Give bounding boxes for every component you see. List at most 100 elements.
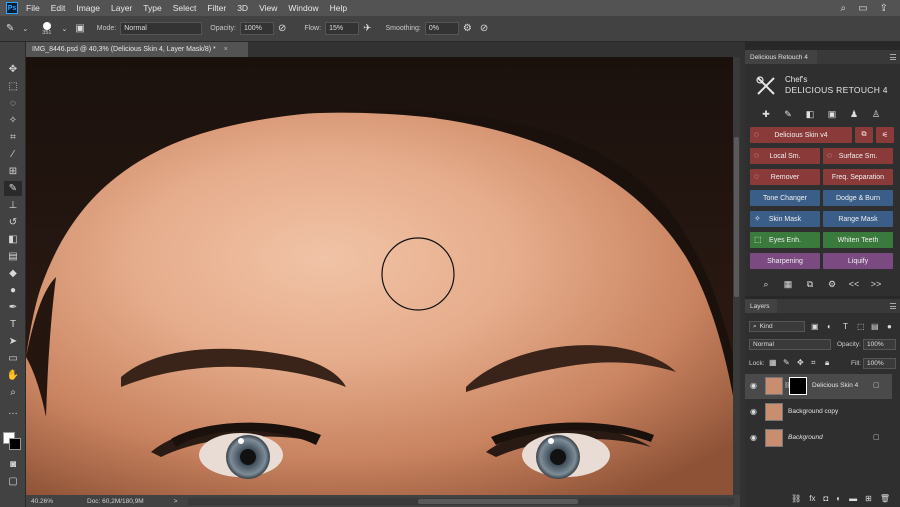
background-color-swatch[interactable] (9, 438, 21, 450)
blur-tool-icon[interactable]: ◆ (4, 266, 22, 281)
menu-window[interactable]: Window (288, 3, 318, 13)
fill-field[interactable]: 100% (863, 358, 896, 369)
healing-tool-icon[interactable]: ⊞ (4, 164, 22, 179)
menu-file[interactable]: File (26, 3, 40, 13)
crop-tool-icon[interactable]: ⌗ (4, 130, 22, 145)
eraser-tool-icon[interactable]: ◧ (4, 232, 22, 247)
panel-menu-icon[interactable] (890, 54, 896, 60)
menu-layer[interactable]: Layer (111, 3, 132, 13)
layer-row[interactable]: ◉ Background copy (745, 400, 892, 425)
search-icon[interactable]: ⌕ (760, 278, 772, 290)
close-icon[interactable]: × (224, 46, 228, 53)
film-icon[interactable]: ▦ (782, 278, 794, 290)
nav-next-icon[interactable]: >> (870, 278, 882, 290)
flow-field[interactable]: 15% (325, 22, 360, 35)
surface-smoothing-button[interactable]: ◌ Surface Sm. (823, 148, 893, 164)
lock-transparent-icon[interactable]: ▦ (769, 358, 777, 367)
dodge-tool-icon[interactable]: ● (4, 283, 22, 298)
blend-mode-select[interactable]: Normal (749, 339, 831, 350)
adjustment-layer-icon[interactable]: ◐ (836, 494, 841, 503)
menu-view[interactable]: View (259, 3, 277, 13)
tone-changer-button[interactable]: Tone Changer (750, 190, 820, 206)
chevron-down-icon[interactable]: ⌄ (22, 25, 28, 33)
search-icon[interactable]: ⌕ (841, 3, 847, 14)
screen-mode-icon[interactable]: ▢ (4, 474, 22, 489)
filter-adjustment-icon[interactable]: ◐ (827, 322, 832, 331)
horizontal-scrollbar[interactable] (187, 497, 734, 505)
filter-smart-icon[interactable]: ▤ (871, 322, 879, 331)
local-smoothing-button[interactable]: ◌ Local Sm. (750, 148, 820, 164)
menu-select[interactable]: Select (173, 3, 197, 13)
whiten-teeth-button[interactable]: Whiten Teeth (823, 232, 893, 248)
brush-tool-icon[interactable]: ✎ (4, 181, 22, 196)
liquify-button[interactable]: Liquify (823, 253, 893, 269)
pressure-size-icon[interactable]: ⊘ (480, 23, 488, 34)
brush-icon[interactable]: ✎ (782, 108, 794, 120)
retouch-tab[interactable]: Delicious Retouch 4 (745, 50, 817, 64)
layers-icon[interactable]: ⧉ (804, 278, 816, 290)
layer-opacity-field[interactable]: 100% (863, 339, 896, 350)
person-icon[interactable]: ♟ (848, 108, 860, 120)
menu-3d[interactable]: 3D (237, 3, 248, 13)
add-mask-icon[interactable]: ◘ (823, 494, 828, 503)
layer-mask-thumbnail[interactable] (789, 377, 807, 395)
layers-tab[interactable]: Layers (745, 299, 777, 313)
eyes-enhance-button[interactable]: ⬚ Eyes Enh. (750, 232, 820, 248)
pen-tool-icon[interactable]: ✒ (4, 300, 22, 315)
delicious-skin-button[interactable]: ◌ Delicious Skin v4 (750, 127, 852, 143)
type-tool-icon[interactable]: T (4, 317, 22, 332)
mode-select[interactable]: Normal (120, 22, 203, 35)
gradient-tool-icon[interactable]: ▤ (4, 249, 22, 264)
filter-type-icon[interactable]: T (843, 322, 848, 331)
freq-separation-button[interactable]: Freq. Separation (823, 169, 893, 185)
eye-icon[interactable]: ◉ (750, 407, 757, 416)
move-tool-icon[interactable]: ✥ (4, 62, 22, 77)
range-mask-button[interactable]: Range Mask (823, 211, 893, 227)
menu-edit[interactable]: Edit (51, 3, 66, 13)
lock-position-icon[interactable]: ✥ (797, 358, 804, 367)
layer-row[interactable]: ◉ Background ▢ (745, 426, 892, 451)
photo-canvas[interactable] (26, 57, 740, 495)
group-folder-icon[interactable]: ▬ (849, 494, 857, 503)
sharpening-button[interactable]: Sharpening (750, 253, 820, 269)
hand-tool-icon[interactable]: ✋ (4, 368, 22, 383)
panel-menu-icon[interactable] (890, 303, 896, 309)
heal-brush-icon[interactable]: ✚ (760, 108, 772, 120)
marquee-tool-icon[interactable]: ⬚ (4, 79, 22, 94)
chevron-down-icon[interactable]: ⌄ (61, 25, 67, 33)
scrollbar-thumb[interactable] (417, 498, 578, 504)
menu-filter[interactable]: Filter (207, 3, 226, 13)
person-alt-icon[interactable]: ♙ (870, 108, 882, 120)
brush-tool-icon[interactable]: ✎ (6, 23, 14, 34)
dodge-burn-button[interactable]: Dodge & Burn (823, 190, 893, 206)
new-layer-icon[interactable]: ⊞ (865, 494, 872, 503)
select-icon[interactable]: ▣ (826, 108, 838, 120)
opacity-field[interactable]: 100% (239, 22, 274, 35)
pressure-opacity-icon[interactable]: ⊘ (278, 23, 286, 34)
smoothing-field[interactable]: 0% (424, 22, 459, 35)
path-select-icon[interactable]: ➤ (4, 334, 22, 349)
lock-pixels-icon[interactable]: ✎ (783, 358, 790, 367)
share-icon[interactable]: ⇪ (880, 3, 888, 14)
airbrush-icon[interactable]: ✈ (363, 23, 371, 34)
eraser-icon[interactable]: ◧ (804, 108, 816, 120)
gear-icon[interactable]: ⚙ (463, 23, 472, 34)
remover-button[interactable]: ◌ Remover (750, 169, 820, 185)
brush-settings-icon[interactable]: ▣ (75, 23, 84, 34)
stamp-tool-icon[interactable]: ⊥ (4, 198, 22, 213)
scrollbar-thumb[interactable] (734, 137, 739, 297)
layer-filter-select[interactable]: ⌕ Kind (749, 321, 805, 332)
lock-all-icon[interactable]: 🔒︎ (825, 358, 829, 368)
more-tools-icon[interactable]: … (4, 404, 22, 419)
menu-image[interactable]: Image (76, 3, 100, 13)
skin-mask-button[interactable]: ✧ Skin Mask (750, 211, 820, 227)
layer-row[interactable]: ◉ ⛓ Delicious Skin 4 ▢ (745, 374, 892, 399)
lasso-tool-icon[interactable]: ◌ (4, 96, 22, 111)
canvas[interactable] (26, 57, 740, 495)
copy-layer-button[interactable]: ⧉ (855, 127, 873, 143)
menu-help[interactable]: Help (330, 3, 347, 13)
document-tab[interactable]: IMG_8446.psd @ 40,3% (Delicious Skin 4, … (26, 42, 248, 57)
vertical-scrollbar[interactable] (733, 57, 740, 495)
eyedropper-tool-icon[interactable]: ⁄ (4, 147, 22, 162)
link-layers-icon[interactable]: ⛓ (791, 494, 801, 503)
